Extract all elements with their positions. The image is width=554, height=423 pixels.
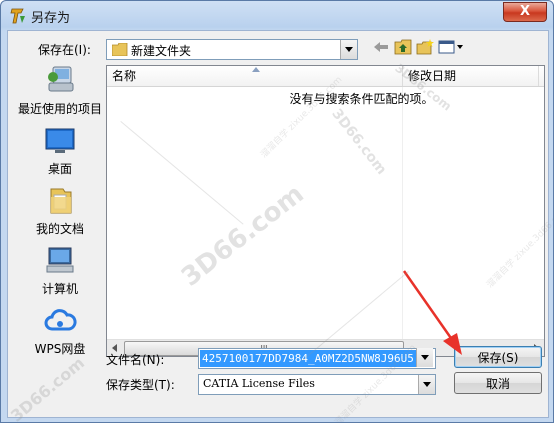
save-as-dialog: 另存为 X 保存在(I): 新建文件夹 最近使用的项目 桌面 我的文档 计算机 …: [0, 0, 554, 423]
